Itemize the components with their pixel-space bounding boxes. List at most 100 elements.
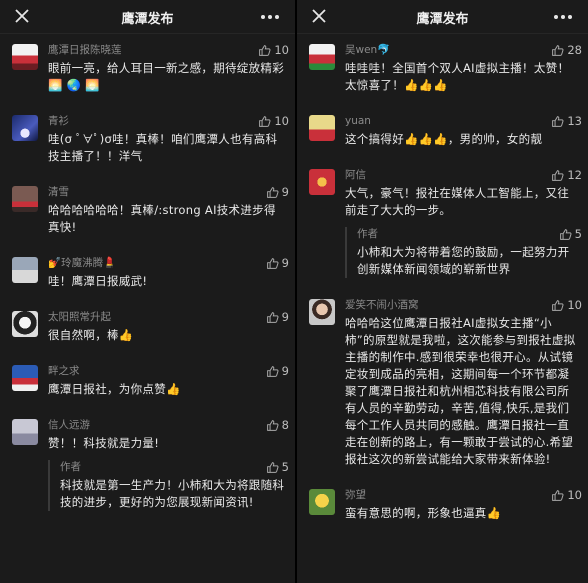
- like-count: 8: [281, 418, 289, 432]
- like-count: 10: [567, 298, 582, 312]
- comment-item: 爱笑不闹小酒窝 10 哈哈哈这位鹰潭日报社AI虚拟女主播“小柿”的原型就是我啦，…: [297, 290, 588, 480]
- like-button[interactable]: 9: [266, 185, 289, 199]
- avatar[interactable]: [309, 44, 335, 70]
- like-button[interactable]: 9: [266, 364, 289, 378]
- commenter-name[interactable]: 清雪: [48, 185, 287, 199]
- avatar[interactable]: [12, 419, 38, 445]
- like-button[interactable]: 12: [551, 168, 582, 182]
- author-reply: 5 作者 科技就是第一生产力！小柿和大为将跟随科技的进步，更好的为您展现新闻资讯…: [48, 460, 289, 511]
- thumbs-up-icon: [266, 365, 279, 377]
- thumbs-up-icon: [266, 461, 279, 473]
- commenter-name[interactable]: 阿信: [345, 168, 580, 182]
- commenter-name[interactable]: 信人远游: [48, 418, 287, 432]
- thumbs-up-icon: [552, 44, 564, 56]
- like-count: 13: [567, 114, 582, 128]
- like-button[interactable]: 9: [266, 256, 289, 270]
- avatar[interactable]: [12, 186, 38, 212]
- commenter-name[interactable]: 弥望: [345, 488, 580, 502]
- reply-author: 作者: [357, 228, 378, 240]
- thumbs-up-icon: [552, 115, 564, 127]
- comment-text: 哇！鹰潭日报威武!: [48, 274, 148, 288]
- like-button[interactable]: 10: [551, 488, 582, 502]
- like-button[interactable]: 5: [266, 460, 289, 474]
- comment-item: 清雪 9 哈哈哈哈哈哈！真棒/:strong AI技术进步得真快!: [0, 177, 295, 248]
- comment-text: 哈哈哈哈哈哈！真棒/:strong AI技术进步得真快!: [48, 203, 276, 234]
- like-count: 9: [281, 185, 289, 199]
- comment-item: 阿信 12 大气，豪气！报社在媒体人工智能上，又往前走了大大的一步。 5 作者 …: [297, 160, 588, 290]
- commenter-name[interactable]: 鹰潭日报陈晓莲: [48, 43, 287, 57]
- thumbs-up-icon: [266, 311, 279, 323]
- reply-text: 科技就是第一生产力！小柿和大为将跟随科技的进步，更好的为您展现新闻资讯!: [60, 478, 285, 509]
- commenter-name[interactable]: yuan: [345, 114, 580, 128]
- reply-author: 作者: [60, 461, 81, 473]
- like-count: 10: [567, 488, 582, 502]
- comment-text: 这个搞得好👍👍👍，男的帅，女的靓: [345, 132, 543, 146]
- like-button[interactable]: 10: [258, 43, 289, 57]
- commenter-name[interactable]: 青衫: [48, 114, 287, 128]
- like-count: 5: [574, 227, 582, 241]
- like-count: 5: [281, 460, 289, 474]
- like-button[interactable]: 9: [266, 310, 289, 324]
- thumbs-up-icon: [559, 228, 572, 240]
- comment-text: 大气，豪气！报社在媒体人工智能上，又往前走了大大的一步。: [345, 186, 570, 217]
- like-button[interactable]: 13: [551, 114, 582, 128]
- avatar[interactable]: [309, 115, 335, 141]
- thumbs-up-icon: [552, 169, 564, 181]
- avatar[interactable]: [309, 489, 335, 515]
- comment-text: 哈哈哈这位鹰潭日报社AI虚拟女主播“小柿”的原型就是我啦，这次能参与到报社虚拟主…: [345, 316, 576, 466]
- thumbs-up-icon: [266, 257, 279, 269]
- reply-text: 小柿和大为将带着您的鼓励，一起努力开创新媒体新闻领域的崭新世界: [357, 245, 570, 276]
- comment-text: 赞！！科技就是力量!: [48, 436, 160, 450]
- commenter-name[interactable]: 畔之求: [48, 364, 287, 378]
- avatar[interactable]: [12, 257, 38, 283]
- commenter-name[interactable]: 💅玲魔沸腾💄: [48, 256, 287, 270]
- comment-item: 信人远游 8 赞！！科技就是力量! 5 作者 科技就是第一生产力！小柿和大为将跟…: [0, 410, 295, 523]
- thumbs-up-icon: [266, 419, 279, 431]
- comment-item: 鹰潭日报陈晓莲 10 眼前一亮，给人耳目一新之感，期待绽放精彩🌅 🌏 🌅: [0, 35, 295, 106]
- like-button[interactable]: 8: [266, 418, 289, 432]
- like-button[interactable]: 28: [551, 43, 582, 57]
- avatar[interactable]: [309, 299, 335, 325]
- like-button[interactable]: 10: [258, 114, 289, 128]
- comment-text: 眼前一亮，给人耳目一新之感，期待绽放精彩🌅 🌏 🌅: [48, 61, 284, 92]
- like-count: 12: [567, 168, 582, 182]
- thumbs-up-icon: [266, 186, 279, 198]
- like-button[interactable]: 10: [551, 298, 582, 312]
- left-screen: 鹰潭发布 鹰潭日报陈晓莲 10 眼前一亮，给人耳目一新之感，期待绽放精彩🌅 🌏 …: [0, 0, 295, 583]
- comment-text: 很自然啊，棒👍: [48, 328, 134, 342]
- avatar[interactable]: [12, 311, 38, 337]
- thumbs-up-icon: [259, 115, 271, 127]
- avatar[interactable]: [309, 169, 335, 195]
- avatar[interactable]: [12, 44, 38, 70]
- comment-list: 鹰潭日报陈晓莲 10 眼前一亮，给人耳目一新之感，期待绽放精彩🌅 🌏 🌅 青衫 …: [0, 35, 295, 583]
- like-button[interactable]: 5: [559, 227, 582, 241]
- more-icon[interactable]: [259, 7, 281, 27]
- thumbs-up-icon: [552, 299, 564, 311]
- commenter-name[interactable]: 太阳照常升起: [48, 310, 287, 324]
- avatar[interactable]: [12, 365, 38, 391]
- comment-item: 吴wen🐬 28 哇哇哇！全国首个双人AI虚拟主播！太赞！太惊喜了！👍👍👍: [297, 35, 588, 106]
- comment-item: 太阳照常升起 9 很自然啊，棒👍: [0, 302, 295, 356]
- like-count: 9: [281, 364, 289, 378]
- comment-item: 弥望 10 蛮有意思的啊，形象也逼真👍: [297, 480, 588, 534]
- right-screen: 鹰潭发布 吴wen🐬 28 哇哇哇！全国首个双人AI虚拟主播！太赞！太惊喜了！👍…: [297, 0, 588, 583]
- top-bar: 鹰潭发布: [0, 0, 295, 34]
- page-title: 鹰潭发布: [121, 12, 174, 27]
- thumbs-up-icon: [259, 44, 271, 56]
- commenter-name[interactable]: 爱笑不闹小酒窝: [345, 298, 580, 312]
- thumbs-up-icon: [552, 489, 564, 501]
- comment-item: 青衫 10 哇(σ ﾟ∀ﾟ)σ哇！真棒！咱们鹰潭人也有高科技主播了！！洋气: [0, 106, 295, 177]
- comment-item: 畔之求 9 鹰潭日报社，为你点赞👍: [0, 356, 295, 410]
- avatar[interactable]: [12, 115, 38, 141]
- like-count: 9: [281, 310, 289, 324]
- like-count: 9: [281, 256, 289, 270]
- more-icon[interactable]: [552, 7, 574, 27]
- comment-list: 吴wen🐬 28 哇哇哇！全国首个双人AI虚拟主播！太赞！太惊喜了！👍👍👍 yu…: [297, 35, 588, 583]
- comment-text: 哇(σ ﾟ∀ﾟ)σ哇！真棒！咱们鹰潭人也有高科技主播了！！洋气: [48, 132, 278, 163]
- author-reply: 5 作者 小柿和大为将带着您的鼓励，一起努力开创新媒体新闻领域的崭新世界: [345, 227, 582, 278]
- like-count: 10: [274, 43, 289, 57]
- commenter-name[interactable]: 吴wen🐬: [345, 43, 580, 57]
- comment-text: 蛮有意思的啊，形象也逼真👍: [345, 506, 502, 520]
- like-count: 28: [567, 43, 582, 57]
- page-title: 鹰潭发布: [416, 12, 469, 27]
